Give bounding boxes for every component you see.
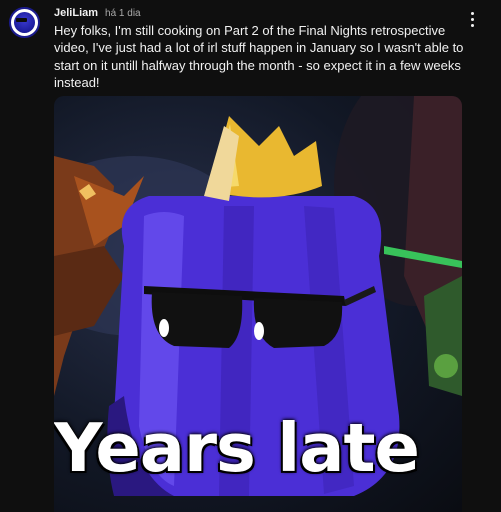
- avatar-sunglasses: [16, 18, 27, 22]
- dot: [470, 17, 474, 21]
- community-post: JeliLiam há 1 dia Hey folks, I'm still c…: [0, 0, 501, 512]
- post-time[interactable]: há 1 dia: [105, 8, 141, 19]
- post-image[interactable]: Years late: [54, 96, 462, 512]
- dot: [470, 11, 474, 15]
- post-text: Hey folks, I'm still cooking on Part 2 o…: [54, 23, 464, 90]
- avatar-face: [14, 12, 35, 33]
- post-header: JeliLiam há 1 dia: [54, 7, 141, 21]
- thumbnail-caption: Years late: [54, 409, 420, 487]
- author-name[interactable]: JeliLiam: [54, 7, 98, 19]
- channel-avatar[interactable]: [9, 7, 40, 38]
